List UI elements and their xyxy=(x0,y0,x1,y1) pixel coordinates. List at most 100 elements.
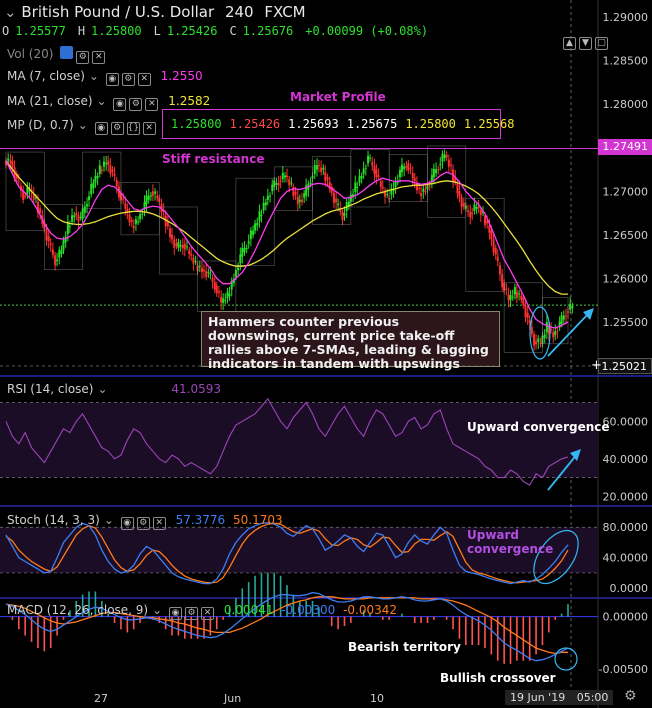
candle-body xyxy=(460,197,463,208)
rsi-legend[interactable]: RSI (14, close) ⌄ 41.0593 xyxy=(7,382,221,396)
candle-body xyxy=(565,315,568,317)
candle-body xyxy=(94,176,97,183)
candle-body xyxy=(377,175,380,177)
candle-body xyxy=(115,180,118,187)
close-icon[interactable]: ✕ xyxy=(92,51,106,64)
eye-icon[interactable] xyxy=(60,46,74,59)
ma7-legend[interactable]: MA (7, close) ⌄ ◉ ⚙ ✕ 1.2550 xyxy=(7,69,203,86)
collapse-icon[interactable]: ⌄ xyxy=(4,3,17,21)
close-icon[interactable]: ✕ xyxy=(201,607,215,620)
close-icon[interactable]: ✕ xyxy=(137,73,151,86)
close-prefix: C xyxy=(229,24,237,38)
vol-legend[interactable]: Vol (20) ⚙ ✕ xyxy=(7,46,106,64)
high-value: 1.25800 xyxy=(91,24,142,38)
settings-icon[interactable]: ⚙ xyxy=(121,73,135,86)
eye-icon[interactable]: ◉ xyxy=(120,517,134,530)
candle-body xyxy=(441,153,444,162)
chevron-down-icon[interactable]: ⌄ xyxy=(89,69,99,83)
down-arrow-icon[interactable]: ▼ xyxy=(579,37,592,50)
candle-body xyxy=(290,182,293,184)
candle-body xyxy=(156,195,159,199)
eye-icon[interactable]: ◉ xyxy=(169,607,183,620)
settings-icon[interactable]: ⚙ xyxy=(110,122,124,135)
candle-body xyxy=(537,338,540,343)
settings-icon[interactable]: ⚙ xyxy=(136,517,150,530)
candle-body xyxy=(264,202,267,206)
close-icon[interactable]: ✕ xyxy=(145,98,159,111)
chevron-down-icon[interactable]: ⌄ xyxy=(97,94,107,108)
settings-icon[interactable]: ⚙ xyxy=(185,607,199,620)
low-value: 1.25426 xyxy=(166,24,218,38)
candle-body xyxy=(200,268,203,272)
candle-body xyxy=(492,239,495,253)
rsi-convergence-annotation: Upward convergence xyxy=(467,420,610,434)
price-axis-tick: 1.26000 xyxy=(603,272,649,285)
candle-body xyxy=(543,334,546,338)
candle-body xyxy=(56,259,59,261)
close-icon[interactable]: ✕ xyxy=(142,122,156,135)
close-icon[interactable]: ✕ xyxy=(152,517,166,530)
candle-body xyxy=(373,165,376,174)
candle-body xyxy=(186,246,189,248)
analysis-note: Hammers counter previous downswings, cur… xyxy=(201,311,500,371)
maximize-icon[interactable]: ▢ xyxy=(595,37,608,50)
candle-body xyxy=(7,158,10,161)
candle-body xyxy=(175,243,178,246)
chevron-down-icon[interactable]: ⌄ xyxy=(152,603,162,617)
candle-body xyxy=(45,229,48,241)
candle-body xyxy=(275,182,278,185)
candle-body xyxy=(51,249,54,256)
candle-body xyxy=(477,206,480,208)
candle-body xyxy=(324,172,327,182)
resistance-price-tag: 1.27491 xyxy=(598,139,652,155)
candle-body xyxy=(369,157,372,159)
eye-icon[interactable]: ◉ xyxy=(94,122,108,135)
price-axis-tick: 1.25500 xyxy=(603,316,649,329)
candle-body xyxy=(560,315,563,324)
candle-body xyxy=(381,186,384,189)
candle-body xyxy=(262,203,265,211)
stiff-resistance-annotation: Stiff resistance xyxy=(162,152,265,166)
candle-body xyxy=(386,193,389,195)
macd-hist-value: 0.00041 xyxy=(223,603,274,617)
candle-body xyxy=(49,243,52,246)
up-arrow-icon[interactable]: ▲ xyxy=(563,37,576,50)
source-code-icon[interactable]: {} xyxy=(126,122,140,135)
mp-value-6: 1.25568 xyxy=(463,117,515,131)
eye-icon[interactable]: ◉ xyxy=(113,98,127,111)
candle-body xyxy=(73,215,76,218)
candle-body xyxy=(254,223,257,231)
candle-body xyxy=(367,155,370,164)
candle-body xyxy=(356,186,359,188)
mp-value-3: 1.25693 xyxy=(288,117,339,131)
cursor-date-tag: 19 Jun '19 05:00 xyxy=(505,690,614,705)
mp-label: MP (D, 0.7) xyxy=(7,118,74,132)
symbol-header[interactable]: ⌄ British Pound / U.S. Dollar 240 FXCM xyxy=(4,3,306,21)
candle-body xyxy=(364,167,367,169)
candle-body xyxy=(88,196,91,200)
candle-body xyxy=(256,222,259,226)
settings-icon[interactable]: ⚙ xyxy=(129,98,143,111)
candle-body xyxy=(58,249,61,258)
stoch-convergence-annotation: Upward convergence xyxy=(467,528,554,556)
chevron-down-icon[interactable]: ⌄ xyxy=(104,513,114,527)
candle-body xyxy=(409,168,412,170)
settings-gear-icon[interactable]: ⚙ xyxy=(624,688,637,704)
chevron-down-icon[interactable]: ⌄ xyxy=(78,118,88,132)
candle-body xyxy=(447,159,450,167)
candle-body xyxy=(332,192,335,203)
eye-icon[interactable]: ◉ xyxy=(105,73,119,86)
candle-body xyxy=(286,175,288,178)
pane-controls[interactable]: ▲ ▼ ▢ xyxy=(560,33,608,50)
candle-body xyxy=(130,220,133,222)
stoch-legend[interactable]: Stoch (14, 3, 3) ⌄ ◉ ⚙ ✕ 57.3776 50.1703 xyxy=(7,513,283,530)
macd-legend[interactable]: MACD (12, 26, close, 9) ⌄ ◉ ⚙ ✕ 0.00041 -0.… xyxy=(7,603,397,620)
chevron-down-icon[interactable]: ⌄ xyxy=(97,382,107,396)
mp-legend[interactable]: MP (D, 0.7) ⌄ ◉ ⚙{} ✕ xyxy=(7,118,156,135)
rsi-axis-tick: 20.0000 xyxy=(603,490,649,503)
candle-body xyxy=(294,191,297,195)
interval-label[interactable]: 240 xyxy=(225,3,254,21)
time-tick: Jun xyxy=(224,692,242,705)
settings-icon[interactable]: ⚙ xyxy=(76,51,90,64)
macd-signal-value: -0.00342 xyxy=(343,603,398,617)
